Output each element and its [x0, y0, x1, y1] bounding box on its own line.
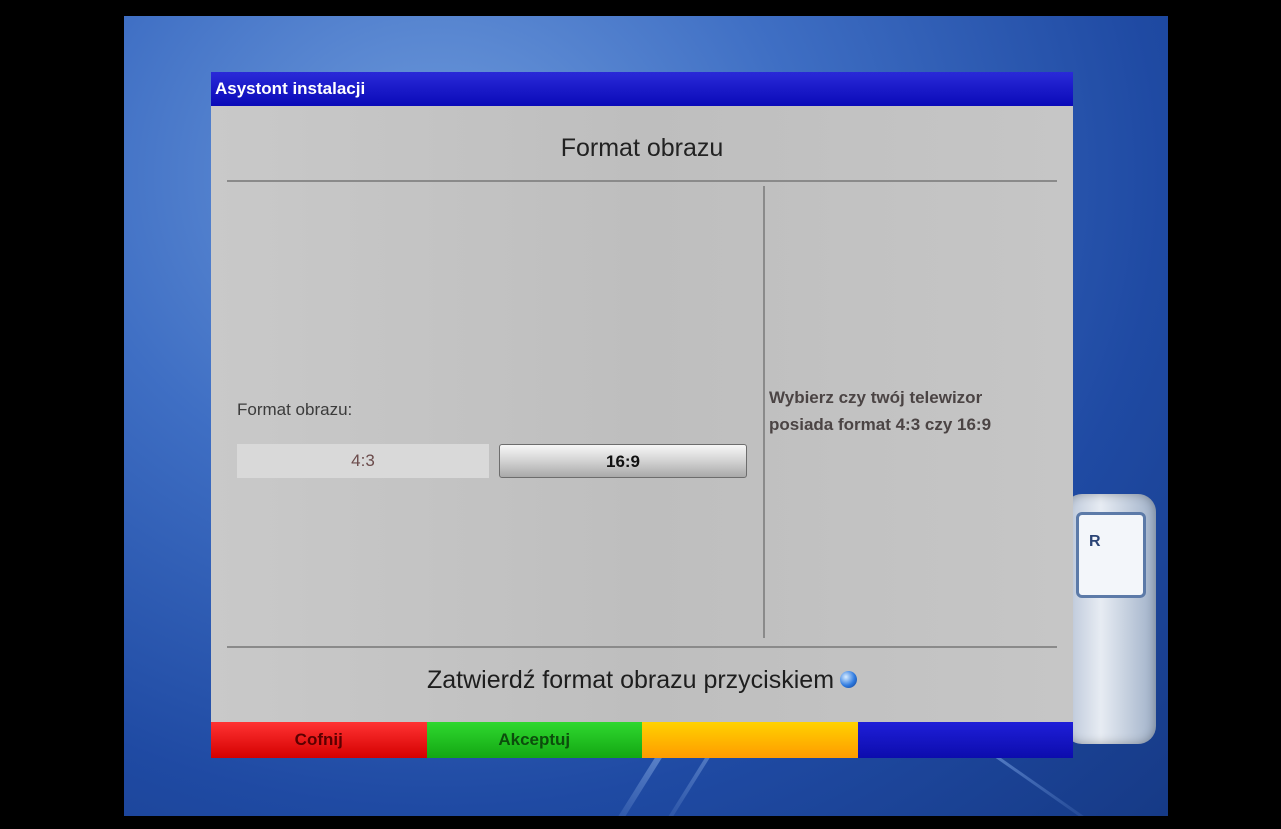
option-16-9[interactable]: 16:9 [499, 444, 747, 478]
color-button-bar: Cofnij Akceptuj [211, 722, 1073, 758]
divider [227, 646, 1057, 648]
blue-button[interactable] [857, 722, 1073, 758]
back-button[interactable]: Cofnij [211, 722, 427, 758]
scart-port: R [1076, 512, 1146, 598]
accept-button[interactable]: Akceptuj [426, 722, 642, 758]
format-label: Format obrazu: [237, 400, 353, 419]
vertical-divider [763, 186, 765, 638]
confirm-text: Zatwierdź format obrazu przyciskiem [426, 666, 835, 694]
content-panel: Format obrazu Format obrazu: 4:3 16:9 Wy… [211, 106, 1073, 722]
window-title: Asystont instalacji [211, 72, 1073, 106]
installation-assistant-window: Asystont instalacji Format obrazu Format… [211, 72, 1073, 758]
scart-socket-graphic: R [1064, 494, 1156, 744]
scart-port-label: R [1089, 533, 1101, 550]
yellow-button[interactable] [642, 722, 858, 758]
ok-button-icon [840, 670, 858, 688]
help-line-2: posiada format 4:3 czy 16:9 [769, 415, 992, 434]
confirm-instruction: Zatwierdź format obrazu przyciskiem [211, 666, 1073, 695]
help-line-1: Wybierz czy twój telewizor [769, 388, 983, 407]
option-4-3[interactable]: 4:3 [237, 444, 489, 478]
help-text: Wybierz czy twój telewizor posiada forma… [769, 384, 1059, 438]
divider [227, 180, 1057, 182]
page-title: Format obrazu [560, 134, 724, 162]
